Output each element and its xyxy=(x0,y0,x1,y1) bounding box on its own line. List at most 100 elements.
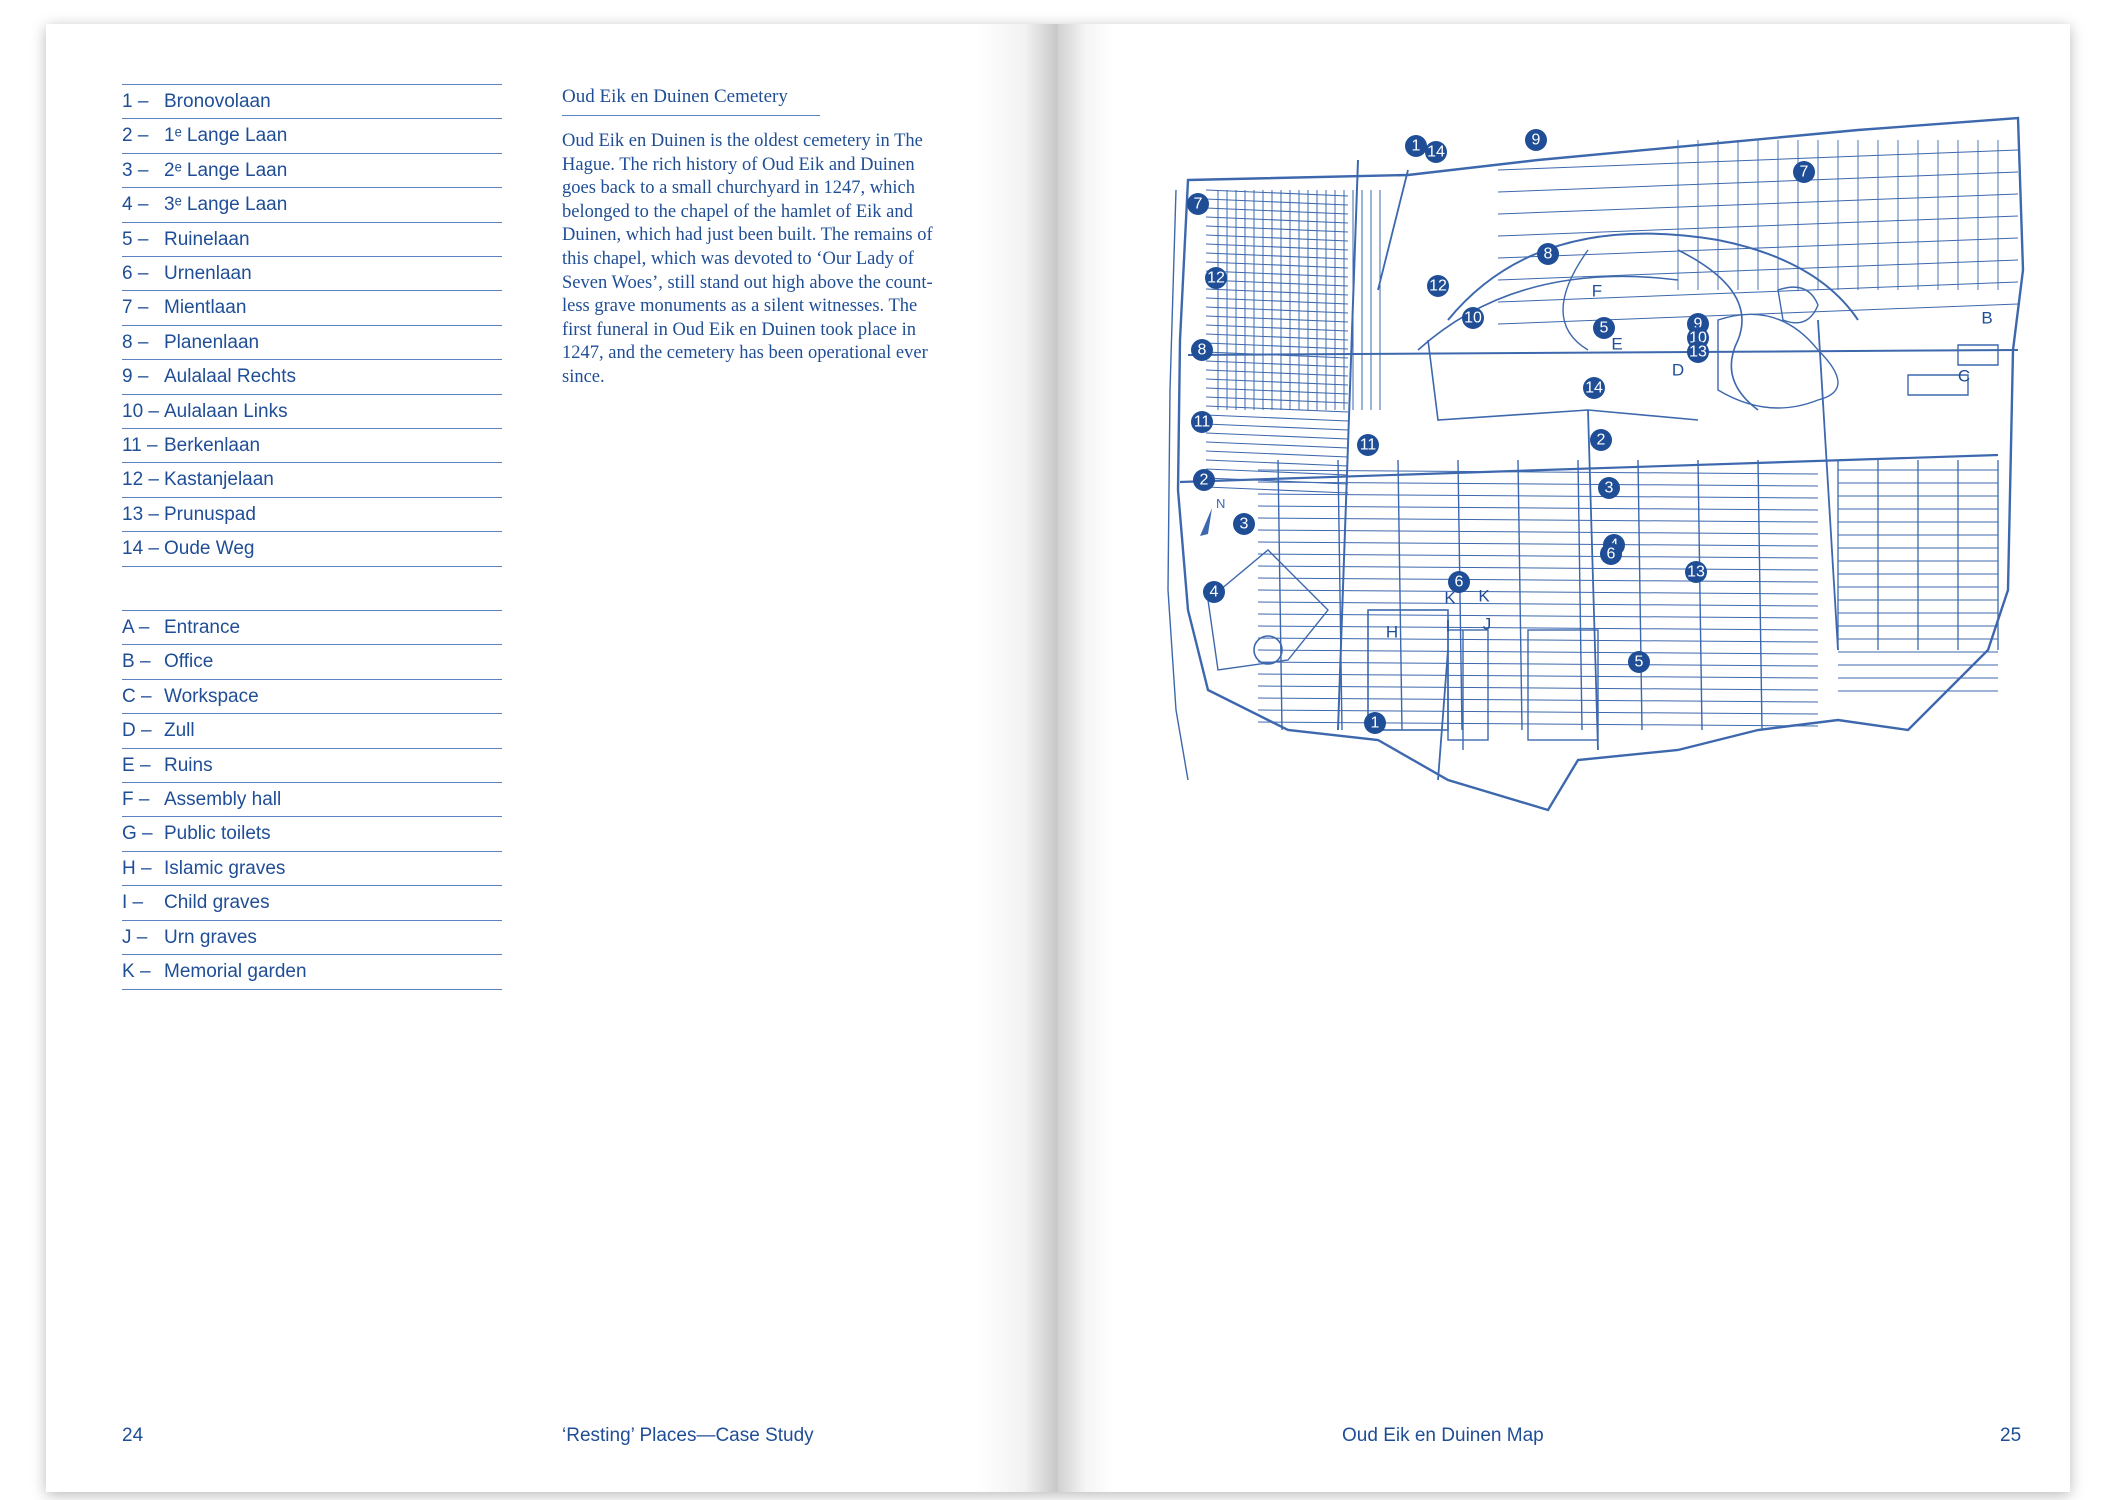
map-street-marker: 13 xyxy=(1687,341,1709,363)
article: Oud Eik en Duinen Cemetery Oud Eik en Du… xyxy=(562,86,942,390)
cemetery-map: N11497781212105910138141111223344613651F… xyxy=(1167,116,2025,812)
legend-key: B – xyxy=(122,651,151,673)
legend-key: 1 – xyxy=(122,91,149,112)
map-street-marker: 5 xyxy=(1628,651,1650,673)
grave-row xyxy=(1257,577,1819,583)
legend-label: Child graves xyxy=(164,892,270,914)
map-zone-label: E xyxy=(1611,335,1622,354)
compass-arrow xyxy=(1200,508,1212,536)
svg-text:3: 3 xyxy=(1605,480,1614,497)
legend-row: B – Office xyxy=(122,644,502,678)
legend-label: Ruins xyxy=(164,754,213,776)
left-running-title: ‘Resting’ Places—Case Study xyxy=(562,1425,814,1446)
legend-key: E – xyxy=(122,754,151,776)
svg-text:3: 3 xyxy=(1240,516,1249,533)
grave-row xyxy=(1257,505,1819,511)
legend-key: 5 – xyxy=(122,228,149,250)
map-street-marker: 3 xyxy=(1233,513,1255,535)
legend-label: Memorial garden xyxy=(164,960,307,982)
grave-row xyxy=(1257,565,1819,571)
grave-row xyxy=(1205,432,1349,440)
right-running-title: Oud Eik en Duinen Map xyxy=(1342,1425,1544,1446)
avenue xyxy=(1377,169,1409,291)
grave-block xyxy=(1397,459,1403,731)
path xyxy=(1562,249,1589,351)
svg-text:10: 10 xyxy=(1464,310,1482,327)
legend-row: J – Urn graves xyxy=(122,919,502,954)
map-street-marker: 11 xyxy=(1191,411,1213,433)
legend-key: 9 – xyxy=(122,366,149,388)
legend-label: Berkenlaan xyxy=(164,434,261,456)
legend-row: 1 – Bronovolaan xyxy=(122,84,502,118)
street-legend: 1 – Bronovolaan 2 – 1ᵉ Lange Laan 3 – 2ᵉ Lang… xyxy=(122,84,502,568)
grave-row xyxy=(1257,517,1819,523)
legend-row: 3 – 2ᵉ Lange Laan xyxy=(122,152,502,187)
map-zone-label: K xyxy=(1478,587,1490,606)
grave-row xyxy=(1205,486,1349,494)
legend-key: 13 – xyxy=(122,503,159,525)
map-street-marker: 7 xyxy=(1187,193,1209,215)
map-street-marker: 14 xyxy=(1583,377,1605,399)
legend-row: 13 – Prunuspad xyxy=(122,496,502,531)
legend-row: 10 – Aulalaan Links xyxy=(122,393,502,428)
legend-label: Planenlaan xyxy=(164,331,260,353)
map-street-marker: 14 xyxy=(1425,141,1447,163)
compass-label: N xyxy=(1216,496,1225,511)
legend-key: C – xyxy=(122,685,152,707)
grave-block xyxy=(1637,459,1643,731)
grave-row xyxy=(1257,649,1819,655)
legend-label: Kastanjelaan xyxy=(164,469,274,491)
map-zone-label: F xyxy=(1592,282,1602,301)
legend-row: I – Child graves xyxy=(122,885,502,919)
avenue xyxy=(1337,159,1359,731)
svg-text:14: 14 xyxy=(1427,144,1445,161)
map-street-marker: 13 xyxy=(1685,561,1707,583)
grave-row xyxy=(1205,414,1349,422)
grave-row xyxy=(1205,450,1349,458)
svg-text:12: 12 xyxy=(1429,278,1447,295)
legend-key: 11 – xyxy=(122,434,158,456)
legend-row: 7 – Mientlaan xyxy=(122,290,502,324)
map-zone-label: H xyxy=(1386,623,1398,642)
svg-text:13: 13 xyxy=(1689,344,1707,361)
avenue xyxy=(1817,319,1839,651)
legend-key: D – xyxy=(122,720,152,742)
grave-row xyxy=(1257,541,1819,547)
legend-row: 6 – Urnenlaan xyxy=(122,255,502,290)
legend-row: D – Zull xyxy=(122,713,502,747)
legend-key: 6 – xyxy=(122,262,149,284)
urn-graves-block xyxy=(1527,629,1599,741)
map-street-marker: 10 xyxy=(1462,307,1484,329)
legend-label: Assembly hall xyxy=(164,788,282,810)
legend-label: Aulalaan Links xyxy=(164,400,288,422)
legend-label: 2ᵉ Lange Laan xyxy=(164,159,288,181)
book-spread: 1 – Bronovolaan 2 – 1ᵉ Lange Laan 3 – 2ᵉ Lang… xyxy=(46,24,2070,1492)
legend-label: Office xyxy=(164,651,214,673)
map-zone-label: J xyxy=(1483,615,1492,634)
map-street-marker: 2 xyxy=(1590,429,1612,451)
legend-row: G – Public toilets xyxy=(122,816,502,850)
svg-text:8: 8 xyxy=(1544,246,1553,263)
office-building xyxy=(1957,344,1999,366)
svg-text:1: 1 xyxy=(1371,715,1380,732)
legend-row: 2 – 1ᵉ Lange Laan xyxy=(122,118,502,152)
grave-row xyxy=(1205,441,1349,449)
svg-text:13: 13 xyxy=(1687,564,1705,581)
legend-key: 2 – xyxy=(122,125,149,147)
legend-row: 8 – Planenlaan xyxy=(122,324,502,359)
map-zone-label: B xyxy=(1981,309,1992,328)
legend-row: 11 – Berkenlaan xyxy=(122,427,502,462)
map-street-marker: 1 xyxy=(1364,712,1386,734)
legend-label: 1ᵉ Lange Laan xyxy=(164,125,288,147)
legend-label: Islamic graves xyxy=(164,857,286,879)
legend-label: 3ᵉ Lange Laan xyxy=(164,194,288,216)
legend-label: Oude Weg xyxy=(164,538,255,560)
map-zone-label: D xyxy=(1672,361,1684,380)
svg-text:11: 11 xyxy=(1194,414,1211,431)
legend-label: Zull xyxy=(164,720,195,742)
grave-block xyxy=(1277,459,1283,731)
map-zone-label: I xyxy=(1446,617,1451,636)
legend-key: 3 – xyxy=(122,159,149,181)
legend-key: 4 – xyxy=(122,194,149,216)
legend-key: 12 – xyxy=(122,469,159,491)
